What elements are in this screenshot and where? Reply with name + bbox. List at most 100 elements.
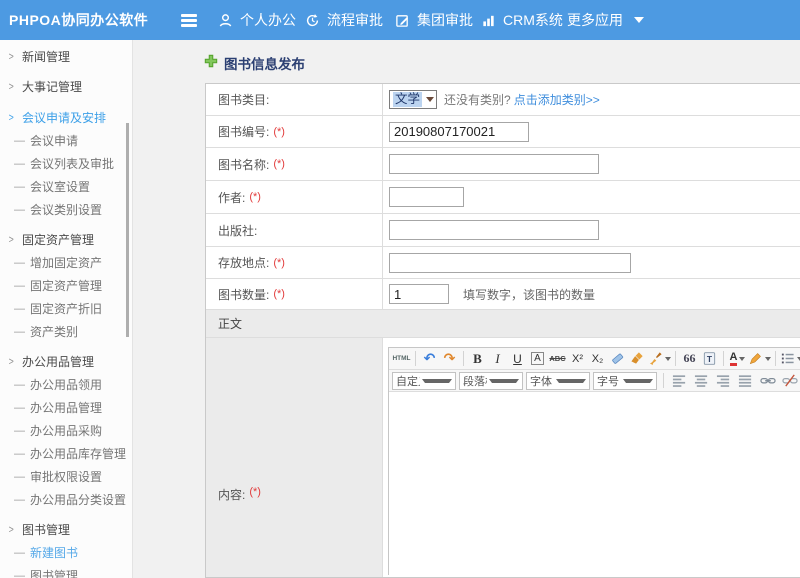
svg-text:T: T [707,354,713,364]
dash-icon: — [14,178,25,196]
location-input[interactable] [389,253,631,273]
format-brush-icon[interactable] [648,349,671,368]
html-source-button[interactable]: HTML [392,349,411,368]
chevron-right-icon: > [9,78,14,96]
hamburger-menu-icon[interactable] [181,12,197,28]
chevron-right-icon: > [9,521,14,539]
eraser-icon[interactable] [608,349,627,368]
book-no-label: 图书编号: [218,123,269,140]
dash-icon: — [14,132,25,150]
caret-down-icon [489,379,519,383]
form-row-category: 图书类目: 文学 还没有类别? 点击添加类别>> [206,84,800,116]
sidebar-scrollbar-thumb[interactable] [126,123,129,337]
dash-icon: — [14,323,25,341]
menu-workflow-approval[interactable]: 流程审批 [305,0,383,40]
book-form: 图书类目: 文学 还没有类别? 点击添加类别>> 图书编号: (*) 图书名称: (… [205,83,800,578]
caret-down-icon [765,357,771,361]
align-center-icon[interactable] [692,371,711,390]
dash-icon: — [14,155,25,173]
blockquote-button[interactable]: 66 [680,349,699,368]
page-title: 图书信息发布 [204,53,305,73]
align-left-icon[interactable] [670,371,689,390]
chevron-right-icon: > [9,109,14,127]
italic-button[interactable]: I [488,349,507,368]
caret-down-icon [739,357,745,361]
align-justify-icon[interactable] [736,371,755,390]
main-content: 图书信息发布 图书类目: 文学 还没有类别? 点击添加类别>> 图书编号: (*)… [134,40,800,578]
chevron-right-icon: > [9,48,14,66]
required-mark: (*) [273,158,285,170]
book-no-input[interactable] [389,122,529,142]
form-row-publisher: 出版社: [206,214,800,247]
editor-toolbar-row1: HTML ↶ ↷ B I U A ABC X² X₂ [389,348,800,370]
align-right-icon[interactable] [714,371,733,390]
paragraph-format-select[interactable]: 段落格式 [459,372,523,390]
dash-icon: — [14,422,25,440]
strikethrough-button[interactable]: ABC [548,349,567,368]
author-label: 作者: [218,189,245,206]
dash-icon: — [14,376,25,394]
font-family-select[interactable]: 字体 [526,372,590,390]
book-name-label: 图书名称: [218,156,269,173]
underline-button[interactable]: U [508,349,527,368]
redo-button[interactable]: ↷ [440,349,459,368]
caret-down-icon [665,357,671,361]
bar-chart-icon [481,13,496,28]
quantity-input[interactable] [389,284,449,304]
font-color-button[interactable]: A [730,351,738,366]
caret-down-icon [634,17,644,23]
add-category-link[interactable]: 点击添加类别>> [514,91,600,108]
dash-icon: — [14,254,25,272]
publisher-input[interactable] [389,220,599,240]
menu-group-approval[interactable]: 集团审批 [395,0,473,40]
caret-down-icon [623,379,653,383]
undo-button[interactable]: ↶ [420,349,439,368]
ordered-list-icon[interactable] [780,349,800,368]
dash-icon: — [14,277,25,295]
top-navigation-bar: PHPOA协同办公软件 个人办公 流程审批 集团审批 CRM系统 更多应用 [0,0,800,40]
dash-icon: — [14,399,25,417]
editor-toolbar-row2: 自定义标题 段落格式 字体 字号 [389,370,800,392]
insert-link-icon[interactable] [758,371,777,390]
dash-icon: — [14,544,25,562]
author-input[interactable] [389,187,464,207]
custom-heading-select[interactable]: 自定义标题 [392,372,456,390]
form-row-author: 作者: (*) [206,181,800,214]
dash-icon: — [14,445,25,463]
quantity-label: 图书数量: [218,286,269,303]
app-logo: PHPOA协同办公软件 [9,0,148,40]
highlight-marker-icon[interactable] [748,349,771,368]
book-name-input[interactable] [389,154,599,174]
menu-label: 集团审批 [417,10,473,30]
font-size-select[interactable]: 字号 [593,372,657,390]
superscript-button[interactable]: X² [568,349,587,368]
dash-icon: — [14,468,25,486]
book-category-select[interactable]: 文学 [389,90,437,109]
menu-personal-office[interactable]: 个人办公 [218,0,296,40]
form-row-book-name: 图书名称: (*) [206,148,800,181]
subscript-button[interactable]: X₂ [588,349,607,368]
required-mark: (*) [249,191,261,203]
user-icon [218,13,233,28]
form-row-content: 内容: (*) HTML ↶ ↷ B I U A ABC [206,338,800,577]
publisher-label: 出版社: [218,222,257,239]
category-label: 图书类目: [218,91,269,108]
clear-format-broom-icon[interactable] [628,349,647,368]
rich-text-editor: HTML ↶ ↷ B I U A ABC X² X₂ [388,347,800,575]
chevron-right-icon: > [9,231,14,249]
menu-more-apps[interactable]: 更多应用 [567,0,644,40]
required-mark: (*) [249,486,261,503]
bold-button[interactable]: B [468,349,487,368]
form-row-book-no: 图书编号: (*) [206,116,800,148]
remove-link-icon[interactable] [780,371,799,390]
editor-content-area[interactable] [389,392,800,576]
dash-icon: — [14,300,25,318]
content-label: 内容: [218,486,245,503]
sidebar-navigation: >新闻管理 >大事记管理 >会议申请及安排 —会议申请 —会议列表及审批 —会议… [0,40,133,578]
menu-crm-system[interactable]: CRM系统 [481,0,563,40]
paste-as-text-icon[interactable]: T [700,349,719,368]
dash-icon: — [14,567,25,578]
required-mark: (*) [273,126,285,138]
menu-label: CRM系统 [503,10,563,30]
text-block-color-button[interactable]: A [531,352,544,365]
